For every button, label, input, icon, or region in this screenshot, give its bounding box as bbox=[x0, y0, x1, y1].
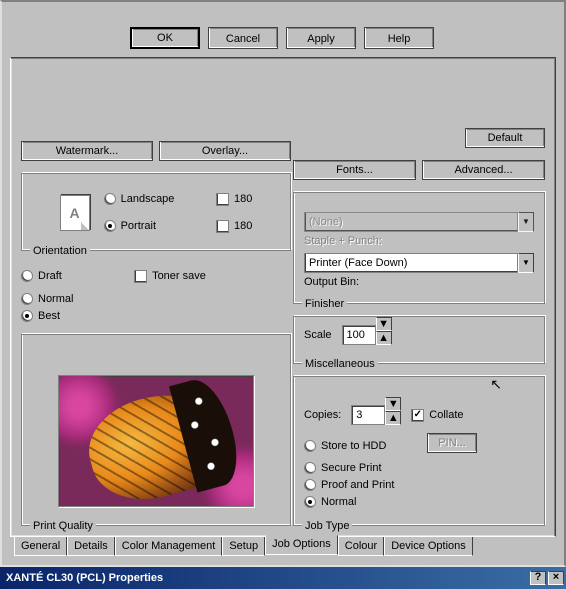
job-normal[interactable]: Normal bbox=[304, 496, 534, 508]
radio-icon bbox=[104, 221, 116, 233]
properties-window: XANTÉ CL30 (PCL) Properties ? × General … bbox=[0, 0, 566, 589]
cursor-icon: ↖ bbox=[490, 376, 502, 393]
cancel-button[interactable]: Cancel bbox=[208, 27, 278, 49]
titlebar[interactable]: XANTÉ CL30 (PCL) Properties ? × bbox=[0, 567, 566, 589]
spin-down-icon[interactable]: ▼ bbox=[376, 317, 392, 331]
default-button[interactable]: Default bbox=[465, 128, 545, 148]
job-secure[interactable]: Secure Print bbox=[304, 462, 534, 474]
group-title-orientation: Orientation bbox=[30, 245, 90, 257]
footer-buttons: OK Cancel Apply Help bbox=[10, 27, 556, 49]
radio-icon bbox=[21, 310, 33, 322]
staple-select: (None) ▼ bbox=[304, 212, 534, 232]
output-bin-label: Output Bin: bbox=[304, 276, 534, 288]
watermark-button[interactable]: Watermark... bbox=[21, 141, 153, 161]
fonts-button[interactable]: Fonts... bbox=[293, 160, 416, 180]
radio-icon bbox=[21, 293, 33, 305]
radio-icon bbox=[21, 270, 33, 282]
quality-normal-label: Normal bbox=[38, 293, 73, 305]
group-title-finisher: Finisher bbox=[302, 298, 347, 310]
copies-label: Copies: bbox=[304, 409, 341, 421]
checkbox-icon bbox=[411, 409, 424, 422]
chevron-down-icon: ▼ bbox=[518, 212, 534, 232]
tab-device-options[interactable]: Device Options bbox=[384, 536, 473, 556]
radio-icon bbox=[304, 440, 316, 452]
group-title-job-type: Job Type bbox=[302, 520, 352, 532]
checkbox-icon bbox=[216, 220, 229, 233]
apply-button[interactable]: Apply bbox=[286, 27, 356, 49]
checkbox-icon bbox=[216, 193, 229, 206]
quality-best-label: Best bbox=[38, 310, 60, 322]
toner-save-label: Toner save bbox=[152, 271, 206, 283]
quality-draft-row[interactable]: Draft bbox=[21, 270, 131, 282]
tab-strip: General Details Color Management Setup J… bbox=[10, 537, 556, 557]
orient-landscape-row[interactable]: Landscape bbox=[104, 194, 202, 206]
quality-normal-row[interactable]: Normal bbox=[21, 293, 291, 305]
rotate-180-a[interactable]: 180 bbox=[216, 220, 280, 233]
job-proof[interactable]: Proof and Print bbox=[304, 479, 534, 491]
help-button-footer[interactable]: Help bbox=[364, 27, 434, 49]
tab-panel: Print Quality Best Normal bbox=[10, 57, 556, 537]
job-store[interactable]: Store to HDD bbox=[304, 440, 424, 452]
job-type-group: Job Type Normal Proof and Print Secure P… bbox=[293, 376, 545, 526]
print-quality-group: Print Quality bbox=[21, 334, 291, 526]
preview-thumbnail bbox=[58, 375, 254, 507]
window-title: XANTÉ CL30 (PCL) Properties bbox=[6, 572, 530, 584]
ok-button[interactable]: OK bbox=[130, 27, 200, 49]
tab-setup[interactable]: Setup bbox=[222, 536, 265, 556]
quality-best-row[interactable]: Best bbox=[21, 310, 291, 322]
staple-label: Staple + Punch: bbox=[304, 235, 534, 247]
finisher-group: Finisher Output Bin: Printer (Face Down)… bbox=[293, 192, 545, 304]
checkbox-icon bbox=[134, 270, 147, 283]
rotate-180-b[interactable]: 180 bbox=[216, 193, 280, 206]
chevron-down-icon[interactable]: ▼ bbox=[518, 253, 534, 273]
overlay-button[interactable]: Overlay... bbox=[159, 141, 291, 161]
advanced-button[interactable]: Advanced... bbox=[422, 160, 545, 180]
tab-color-management[interactable]: Color Management bbox=[115, 536, 223, 556]
scale-input[interactable] bbox=[342, 325, 376, 345]
tab-colour[interactable]: Colour bbox=[338, 536, 384, 556]
misc-group: Miscellaneous Scale ▲▼ bbox=[293, 316, 545, 364]
radio-icon bbox=[304, 496, 316, 508]
spin-up-icon[interactable]: ▲ bbox=[385, 411, 401, 425]
group-title-print-quality: Print Quality bbox=[30, 520, 96, 532]
radio-icon bbox=[304, 479, 316, 491]
spin-down-icon[interactable]: ▼ bbox=[385, 397, 401, 411]
radio-icon bbox=[304, 462, 316, 474]
spin-up-icon[interactable]: ▲ bbox=[376, 331, 392, 345]
scale-label: Scale bbox=[304, 329, 332, 341]
group-title-misc: Miscellaneous bbox=[302, 358, 378, 370]
close-button[interactable]: × bbox=[548, 571, 564, 585]
collate-row[interactable]: Collate bbox=[411, 409, 463, 422]
pin-button: PIN... bbox=[427, 433, 477, 453]
client-area: General Details Color Management Setup J… bbox=[0, 0, 566, 567]
quality-draft-label: Draft bbox=[38, 270, 62, 282]
paper-icon bbox=[60, 195, 90, 231]
orientation-group: Orientation Portrait 180 bbox=[21, 173, 291, 251]
output-bin-select[interactable]: Printer (Face Down) ▼ bbox=[304, 253, 534, 273]
scale-spinner[interactable]: ▲▼ bbox=[342, 325, 392, 345]
radio-icon bbox=[104, 194, 116, 206]
help-button[interactable]: ? bbox=[530, 571, 546, 585]
copies-input[interactable] bbox=[351, 405, 385, 425]
toner-save-row[interactable]: Toner save bbox=[134, 270, 206, 283]
orient-portrait-row[interactable]: Portrait bbox=[104, 221, 202, 233]
tab-general[interactable]: General bbox=[14, 536, 67, 556]
tab-job-options[interactable]: Job Options bbox=[265, 535, 338, 555]
tab-details[interactable]: Details bbox=[67, 536, 115, 556]
copies-spinner[interactable]: ▲▼ bbox=[351, 405, 401, 425]
